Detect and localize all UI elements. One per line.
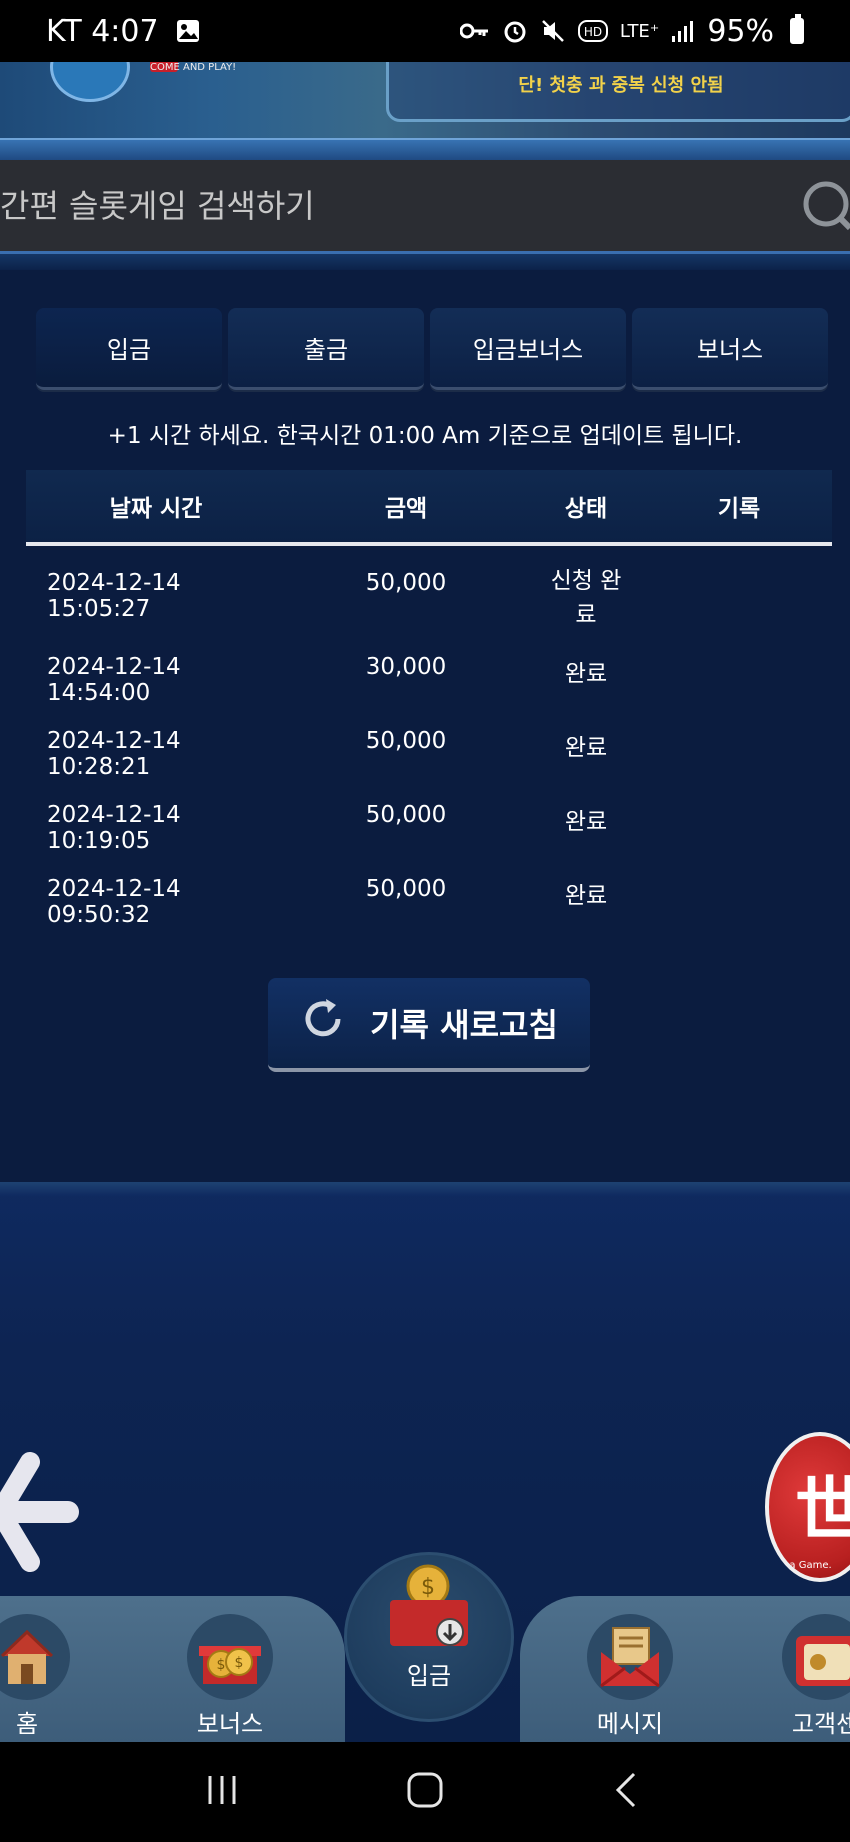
mail-icon <box>587 1614 673 1700</box>
table-row: 2024-12-14 15:05:27 50,000 신청 완료 <box>26 546 832 654</box>
timezone-notice: +1 시간 하세요. 한국시간 01:00 Am 기준으로 업데이트 됩니다. <box>107 423 743 449</box>
nav-deposit[interactable]: $ 입금 <box>384 1564 474 1691</box>
row-date: 2024-12-14 10:19:05 <box>47 802 181 854</box>
status-bar: KT 4:07 HD LTE⁺ 95% <box>0 0 850 62</box>
hd-icon: HD <box>577 16 608 46</box>
banner-notice-box: 단! 첫충 과 중복 신청 안됨 <box>386 62 850 122</box>
nav-deposit-label: 입금 <box>406 1662 452 1690</box>
row-status: 완료 <box>564 883 608 909</box>
row-amount: 50,000 <box>365 876 447 902</box>
mute-icon <box>540 16 566 46</box>
tab-deposit[interactable]: 입금 <box>36 308 222 390</box>
header-date: 날짜 시간 <box>109 496 203 522</box>
logo-caption: COME AND PLAY! <box>150 62 237 73</box>
banner-notice-line: 단! 첫충 과 중복 신청 안됨 <box>518 75 724 96</box>
row-date: 2024-12-14 15:05:27 <box>47 570 181 622</box>
row-status: 신청 완료 <box>550 568 622 628</box>
row-record <box>646 802 832 876</box>
row-date: 2024-12-14 14:54:00 <box>47 654 181 706</box>
battery-percent: 95% <box>707 13 774 49</box>
back-arrow-icon[interactable] <box>0 1452 80 1572</box>
nav-support[interactable]: 고객센 <box>780 1614 850 1739</box>
signal-icon <box>671 16 695 46</box>
row-amount: 50,000 <box>365 728 447 754</box>
gift-coins-icon: $ $ <box>187 1614 273 1700</box>
search-bar <box>0 160 850 254</box>
refresh-label: 기록 새로고침 <box>370 1006 558 1044</box>
row-record <box>646 654 832 728</box>
header-divider <box>0 138 850 160</box>
nav-home[interactable]: 홈 <box>0 1614 72 1739</box>
home-icon <box>0 1614 70 1700</box>
recent-apps-icon[interactable] <box>202 1770 242 1814</box>
carrier-time: KT 4:07 <box>46 13 159 49</box>
table-header: 날짜 시간 금액 상태 기록 <box>26 470 832 546</box>
table-row: 2024-12-14 10:19:05 50,000 완료 <box>26 802 832 876</box>
key-icon <box>459 16 490 46</box>
row-record <box>646 570 832 654</box>
header-amount: 금액 <box>384 496 428 522</box>
alarm-icon <box>502 16 528 46</box>
row-status: 완료 <box>564 809 608 835</box>
row-amount: 30,000 <box>365 654 447 680</box>
bottom-nav: 홈 $ $ 보너스 $ 입금 메시지 고객센 <box>0 1552 850 1742</box>
app-page: KT 4:07 HD LTE⁺ 95% COME AND PLAY! 단! 첫충… <box>0 0 850 1842</box>
row-amount: 50,000 <box>365 802 447 828</box>
back-system-icon[interactable] <box>608 1770 648 1814</box>
history-panel: 입금 출금 입금보너스 보너스 +1 시간 하세요. 한국시간 01:00 Am… <box>0 270 850 1182</box>
refresh-icon <box>300 996 346 1050</box>
tab-deposit-bonus[interactable]: 입금보너스 <box>430 308 626 390</box>
game-badge-glyph: 世 <box>795 1454 850 1555</box>
row-status: 완료 <box>564 735 608 761</box>
nav-home-label: 홈 <box>15 1710 39 1738</box>
site-logo-icon <box>50 62 130 102</box>
search-input[interactable] <box>0 186 790 225</box>
row-date: 2024-12-14 09:50:32 <box>47 876 181 928</box>
tab-withdraw[interactable]: 출금 <box>228 308 424 390</box>
nav-message-label: 메시지 <box>596 1710 664 1738</box>
nav-bonus[interactable]: $ $ 보너스 <box>180 1614 280 1739</box>
row-record <box>646 876 832 950</box>
nav-bonus-label: 보너스 <box>196 1710 264 1738</box>
search-icon[interactable] <box>790 176 850 236</box>
header-record: 기록 <box>717 496 761 522</box>
row-date: 2024-12-14 10:28:21 <box>47 728 181 780</box>
row-amount: 50,000 <box>365 570 447 596</box>
system-nav-bar <box>0 1742 850 1842</box>
home-system-icon[interactable] <box>405 1770 445 1814</box>
nav-support-label: 고객센 <box>791 1710 850 1738</box>
row-status: 완료 <box>564 661 608 687</box>
game-badge-caption: s a Game. <box>781 1560 832 1571</box>
refresh-history-button[interactable]: 기록 새로고침 <box>268 978 590 1072</box>
history-table: 날짜 시간 금액 상태 기록 2024-12-14 15:05:27 50,00… <box>26 470 832 950</box>
svg-text:$: $ <box>421 1575 435 1600</box>
table-row: 2024-12-14 09:50:32 50,000 완료 <box>26 876 832 950</box>
battery-icon <box>790 14 804 44</box>
header-status: 상태 <box>564 496 608 522</box>
promo-banner[interactable]: COME AND PLAY! 단! 첫충 과 중복 신청 안됨 <box>0 62 850 138</box>
network-label: LTE⁺ <box>619 20 660 42</box>
gallery-icon <box>175 16 201 46</box>
table-row: 2024-12-14 14:54:00 30,000 완료 <box>26 654 832 728</box>
support-icon <box>782 1614 850 1700</box>
panel-divider <box>0 254 850 270</box>
svg-text:$: $ <box>235 1655 244 1671</box>
nav-message[interactable]: 메시지 <box>580 1614 680 1739</box>
row-record <box>646 728 832 802</box>
table-row: 2024-12-14 10:28:21 50,000 완료 <box>26 728 832 802</box>
svg-text:HD: HD <box>584 25 602 39</box>
svg-text:$: $ <box>217 1657 226 1673</box>
tab-bonus[interactable]: 보너스 <box>632 308 828 390</box>
history-tabs: 입금 출금 입금보너스 보너스 <box>36 308 828 390</box>
deposit-icon: $ <box>384 1564 474 1654</box>
